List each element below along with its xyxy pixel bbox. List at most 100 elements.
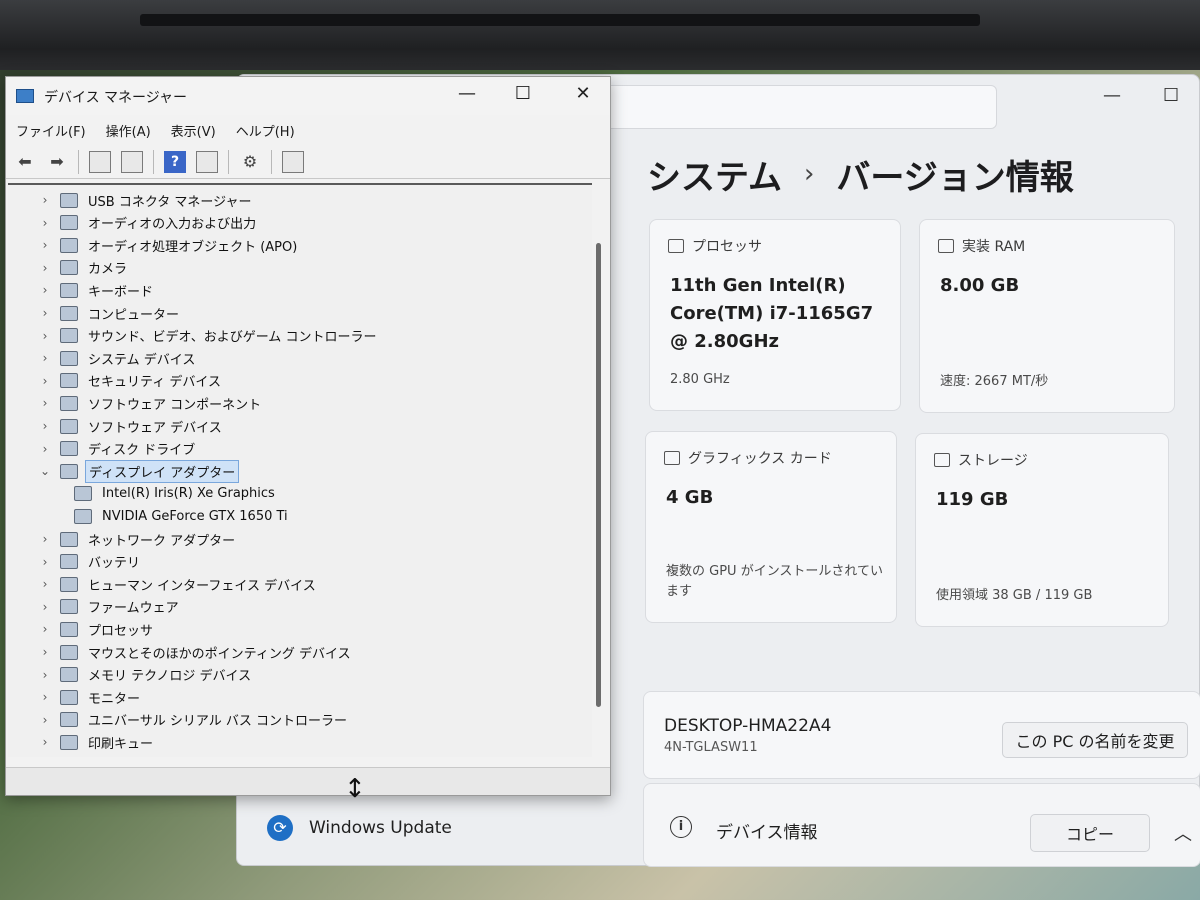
device-category[interactable]: › バッテリ xyxy=(38,551,143,573)
monitor-bezel xyxy=(0,0,1200,70)
chevron-right-icon[interactable]: › xyxy=(38,261,52,275)
chevron-up-icon[interactable]: ︿ xyxy=(1174,820,1192,846)
storage-value: 119 GB xyxy=(936,489,1009,510)
tree-scrollbar[interactable] xyxy=(596,243,601,707)
device-tree[interactable]: › USB コネクタ マネージャー › オーディオの入力および出力 › オーディオ処理オブ… xyxy=(8,183,592,757)
device-category[interactable]: ›記憶域コントローラー xyxy=(38,754,221,757)
breadcrumb-system[interactable]: システム xyxy=(647,150,782,199)
settings-minimize-button[interactable]: — xyxy=(1103,85,1123,106)
forward-arrow-icon[interactable]: ➡ xyxy=(46,151,68,173)
device-label: オーディオの入力および出力 xyxy=(88,217,257,233)
device-category[interactable]: › コンピューター xyxy=(38,302,182,324)
device-category[interactable]: › プロセッサ xyxy=(38,618,156,640)
device-label: ソフトウェア デバイス xyxy=(88,420,222,436)
processor-speed: 2.80 GHz xyxy=(670,372,730,387)
device-category[interactable]: › USB コネクタ マネージャー xyxy=(38,189,255,211)
device-manager-title: デバイス マネージャー xyxy=(44,90,188,106)
device-category[interactable]: › オーディオの入力および出力 xyxy=(38,212,259,234)
copy-button[interactable]: コピー xyxy=(1030,814,1150,852)
toolbar-separator xyxy=(228,149,229,174)
device-category[interactable]: › オーディオ処理オブジェクト (APO) xyxy=(38,234,300,256)
menu-file[interactable]: ファイル(F) xyxy=(16,121,86,140)
chevron-right-icon[interactable]: › xyxy=(38,532,52,546)
chevron-right-icon[interactable]: › xyxy=(38,283,52,297)
settings-maximize-button[interactable]: ☐ xyxy=(1163,85,1183,106)
device-category[interactable]: › サウンド、ビデオ、およびゲーム コントローラー xyxy=(38,325,379,347)
device-label: NVIDIA GeForce GTX 1650 Ti xyxy=(102,508,288,524)
chevron-right-icon[interactable]: › xyxy=(38,645,52,659)
back-arrow-icon[interactable]: ⬅ xyxy=(14,151,36,173)
close-button[interactable]: ✕ xyxy=(568,83,598,104)
view-icon[interactable] xyxy=(196,150,218,173)
show-hidden-icon[interactable] xyxy=(121,150,143,173)
device-category[interactable]: › メモリ テクノロジ デバイス xyxy=(38,664,254,686)
chevron-right-icon[interactable]: › xyxy=(38,238,52,252)
toolbar: ⬅ ➡ ? ⚙ xyxy=(6,145,610,179)
device-label: キーボード xyxy=(88,284,154,300)
minimize-button[interactable]: — xyxy=(452,83,482,104)
device-label: プロセッサ xyxy=(88,623,154,639)
chevron-right-icon[interactable]: › xyxy=(38,351,52,365)
device-info-panel[interactable]: i デバイス情報 コピー ︿ xyxy=(643,783,1200,867)
device-category[interactable]: › モニター xyxy=(38,686,143,708)
chevron-right-icon[interactable]: › xyxy=(38,555,52,569)
chevron-right-icon[interactable]: › xyxy=(38,329,52,343)
device-category[interactable]: › ファームウェア xyxy=(38,596,182,618)
device-category[interactable]: › ユニバーサル シリアル バス コントローラー xyxy=(38,709,350,731)
graphics-value: 4 GB xyxy=(666,487,714,508)
device-category[interactable]: › ネットワーク アダプター xyxy=(38,528,238,550)
graphics-note: 複数の GPU がインストールされています xyxy=(666,564,884,599)
device-category[interactable]: › システム デバイス xyxy=(38,347,198,369)
chevron-right-icon[interactable]: › xyxy=(38,735,52,749)
scan-hardware-icon[interactable] xyxy=(282,150,304,173)
chevron-right-icon[interactable]: › xyxy=(38,374,52,388)
storage-card: ストレージ 119 GB 使用領域 38 GB / 119 GB xyxy=(915,433,1169,627)
device-icon xyxy=(60,667,78,683)
chevron-right-icon[interactable]: › xyxy=(38,668,52,682)
chevron-right-icon[interactable]: › xyxy=(38,600,52,614)
chevron-right-icon[interactable]: › xyxy=(38,713,52,727)
device-label: ユニバーサル シリアル バス コントローラー xyxy=(88,714,348,730)
properties-icon[interactable] xyxy=(89,150,111,173)
chevron-right-icon[interactable]: › xyxy=(38,419,52,433)
menu-view[interactable]: 表示(V) xyxy=(171,121,216,140)
chevron-right-icon[interactable]: › xyxy=(38,193,52,207)
menu-action[interactable]: 操作(A) xyxy=(106,121,151,140)
device-icon xyxy=(60,305,78,321)
breadcrumb-separator: › xyxy=(803,159,815,189)
chevron-right-icon[interactable]: › xyxy=(38,577,52,591)
device-category[interactable]: › セキュリティ デバイス xyxy=(38,370,224,392)
device-category[interactable]: ⌄ ディスプレイ アダプター xyxy=(38,459,240,483)
device-item[interactable]: NVIDIA GeForce GTX 1650 Ti xyxy=(66,505,291,527)
storage-icon xyxy=(934,453,950,467)
device-category[interactable]: › ディスク ドライブ xyxy=(38,438,198,460)
menu-help[interactable]: ヘルプ(H) xyxy=(236,121,295,140)
device-manager-titlebar[interactable]: デバイス マネージャー — ☐ ✕ xyxy=(6,77,610,115)
chevron-right-icon[interactable]: › xyxy=(38,216,52,230)
chevron-right-icon[interactable]: › xyxy=(38,396,52,410)
settings-search-bar[interactable] xyxy=(597,85,997,129)
device-label: システム デバイス xyxy=(88,352,196,368)
device-category[interactable]: › キーボード xyxy=(38,279,156,301)
rename-pc-button[interactable]: この PC の名前を変更 xyxy=(1002,722,1188,758)
device-category[interactable]: › 印刷キュー xyxy=(38,731,156,753)
device-icon xyxy=(60,621,78,637)
device-item[interactable]: Intel(R) Iris(R) Xe Graphics xyxy=(66,483,278,505)
device-category[interactable]: › マウスとそのほかのポインティング デバイス xyxy=(38,641,354,663)
chevron-right-icon[interactable]: › xyxy=(38,442,52,456)
update-driver-icon[interactable]: ⚙ xyxy=(239,151,261,173)
maximize-button[interactable]: ☐ xyxy=(508,83,538,104)
chevron-right-icon[interactable]: › xyxy=(38,690,52,704)
device-icon xyxy=(60,260,78,276)
device-label: 印刷キュー xyxy=(88,736,154,752)
device-category[interactable]: › ヒューマン インターフェイス デバイス xyxy=(38,573,319,595)
device-category[interactable]: › ソフトウェア デバイス xyxy=(38,415,225,437)
chevron-down-icon[interactable]: ⌄ xyxy=(38,464,52,478)
device-label: USB コネクタ マネージャー xyxy=(88,194,252,210)
chevron-right-icon[interactable]: › xyxy=(38,622,52,636)
chevron-right-icon[interactable]: › xyxy=(38,306,52,320)
help-icon[interactable]: ? xyxy=(164,150,186,173)
device-category[interactable]: › カメラ xyxy=(38,257,130,279)
device-category[interactable]: › ソフトウェア コンポーネント xyxy=(38,392,264,414)
windows-update-nav[interactable]: ⟳ Windows Update xyxy=(267,815,452,841)
